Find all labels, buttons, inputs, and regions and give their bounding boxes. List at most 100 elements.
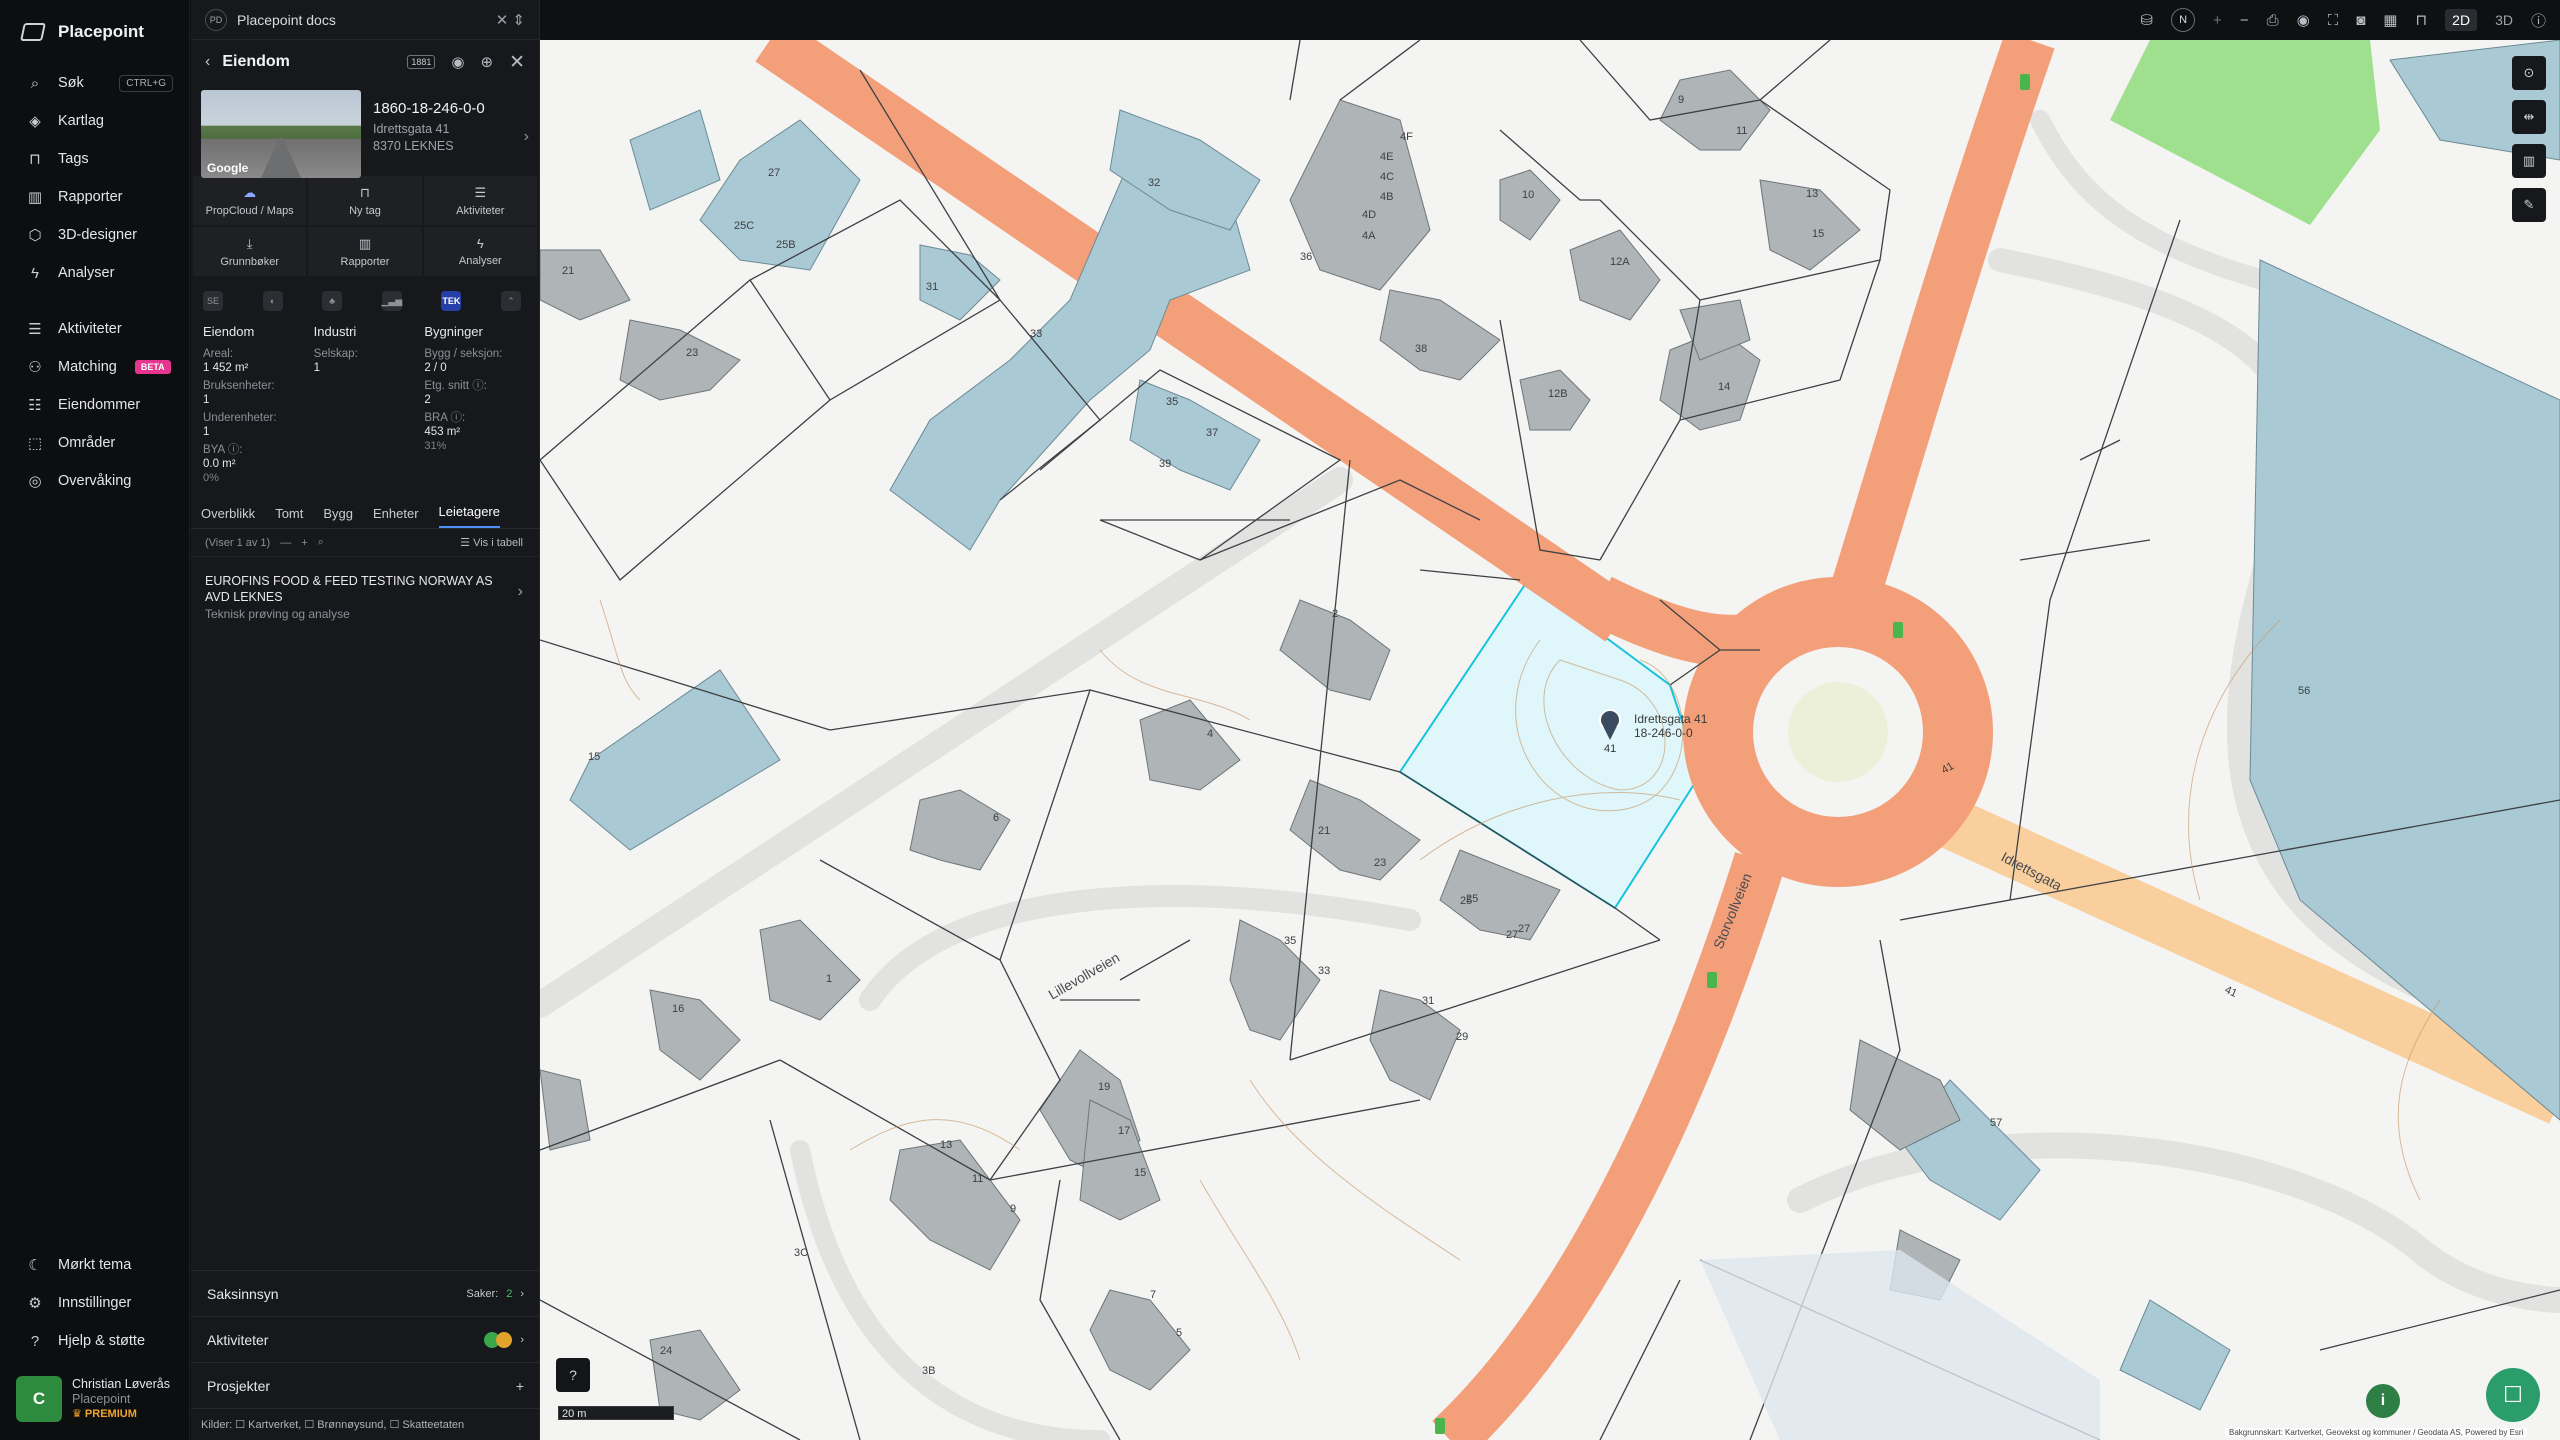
nav-item-rapporter[interactable]: ▥ Rapporter: [0, 178, 189, 216]
nav-item-settings[interactable]: ⚙ Innstillinger: [0, 1284, 190, 1322]
print-icon[interactable]: ⎙: [2267, 12, 2279, 29]
zoom-out-icon[interactable]: −: [2240, 12, 2249, 29]
fullscreen-icon[interactable]: ⛶: [2328, 12, 2339, 29]
activities-button[interactable]: ☰ Aktiviteter: [423, 176, 537, 225]
bars-source-icon[interactable]: ▁▃▅: [381, 291, 402, 311]
house-number: 16: [672, 1003, 684, 1015]
view-3d-toggle[interactable]: 3D: [2495, 12, 2513, 28]
tab-tomt[interactable]: Tomt: [275, 506, 303, 528]
docs-bar[interactable]: PD Placepoint docs ✕ ⇕: [191, 0, 539, 40]
search-icon[interactable]: ⌕: [318, 536, 324, 549]
plus-icon[interactable]: +: [301, 537, 307, 549]
house-number: 56: [2298, 685, 2310, 697]
stats-heading: Bygninger: [424, 324, 483, 339]
layers-toggle-icon[interactable]: ⛁: [2140, 11, 2153, 29]
nav-item-3d-designer[interactable]: ⬡ 3D-designer: [0, 216, 189, 254]
nav-item-matching[interactable]: ⚇ Matching BETA: [0, 348, 189, 386]
add-project-icon[interactable]: +: [516, 1378, 524, 1394]
section-prosjekter[interactable]: Prosjekter +: [191, 1362, 540, 1408]
panel-tabs: Overblikk Tomt Bygg Enheter Leietagere: [191, 499, 539, 529]
brand[interactable]: Placepoint: [0, 0, 189, 64]
house-number: 12B: [1548, 388, 1568, 400]
action-label: Analyser: [458, 255, 502, 267]
nav-item-omrader[interactable]: ⬚ Områder: [0, 424, 189, 462]
new-tag-button[interactable]: ⊓ Ny tag: [308, 176, 422, 225]
tab-leietagere[interactable]: Leietagere: [438, 504, 500, 528]
house-number: 35: [1284, 935, 1296, 947]
zoom-in-icon[interactable]: +: [2213, 12, 2222, 29]
se-source-icon[interactable]: SE: [203, 291, 223, 311]
eye-icon[interactable]: ◉: [451, 53, 464, 71]
chevron-right-icon: ›: [520, 1333, 524, 1346]
camera-icon[interactable]: ◙: [2356, 12, 2365, 29]
eye-icon[interactable]: ◉: [2297, 11, 2310, 29]
house-number: 29: [1456, 1031, 1468, 1043]
action-label: PropCloud / Maps: [205, 204, 294, 217]
nav-item-help[interactable]: ? Hjelp & støtte: [0, 1322, 190, 1360]
analyses-button[interactable]: ϟ Analyser: [423, 227, 537, 276]
nav-label: Matching: [58, 359, 117, 375]
close-docs-icon[interactable]: ✕ ⇕: [496, 11, 525, 29]
chart-tool-icon[interactable]: ▥: [2512, 144, 2546, 178]
house-number: 11: [1736, 125, 1747, 137]
list-item[interactable]: EUROFINS FOOD & FEED TESTING NORWAY AS A…: [191, 557, 539, 621]
select-tool-icon[interactable]: ⊙: [2512, 56, 2546, 90]
nav-label: Søk: [58, 75, 84, 91]
nav-item-search[interactable]: ⌕ Søk CTRL+G: [0, 64, 189, 102]
nav-item-eiendommer[interactable]: ☷ Eiendommer: [0, 386, 189, 424]
house-number: 36: [1300, 251, 1312, 263]
north-compass[interactable]: N: [2171, 8, 2196, 32]
nav-label: Eiendommer: [58, 397, 141, 413]
bookmark-icon[interactable]: ⊓: [2415, 11, 2427, 29]
action-label: Aktiviteter: [456, 204, 505, 217]
draw-tool-icon[interactable]: ✎: [2512, 188, 2546, 222]
collapse-icon[interactable]: ⌃: [500, 291, 521, 311]
nav-group-data: ☰ Aktiviteter ⚇ Matching BETA ☷ Eiendommer ⬚…: [0, 310, 189, 500]
tab-bygg[interactable]: Bygg: [323, 506, 353, 528]
nav-label: Aktiviteter: [58, 321, 122, 337]
nav-item-kartlag[interactable]: ◈ Kartlag: [0, 102, 189, 140]
propcloud-button[interactable]: ☁ PropCloud / Maps: [193, 176, 307, 225]
house-number: 25: [1460, 895, 1472, 907]
house-number: 13: [1806, 188, 1818, 200]
map-canvas[interactable]: 2 4 6 1 16 21 23 25 27 25C 25B 27 31 33 …: [540, 0, 2560, 1440]
map-help-button[interactable]: ?: [556, 1358, 590, 1392]
tab-overblikk[interactable]: Overblikk: [201, 506, 255, 528]
chat-support-button[interactable]: ☐: [2486, 1368, 2540, 1422]
stat-key: Selskap:: [313, 348, 358, 360]
stat-key: Bruksenheter:: [203, 380, 275, 392]
street-view-thumbnail[interactable]: Google: [201, 90, 361, 178]
1881-button[interactable]: 1881: [407, 55, 436, 69]
house-number: 4D: [1362, 209, 1376, 221]
info-button[interactable]: i: [2366, 1384, 2400, 1418]
user-card[interactable]: C Christian Løverås Placepoint ♛ PREMIUM: [16, 1374, 180, 1424]
stack-icon: ☷: [28, 397, 42, 414]
nav-group-main: ⌕ Søk CTRL+G ◈ Kartlag ⊓ Tags ▥ Rapporter ⬡ 3D…: [0, 64, 189, 292]
section-saksinnsyn[interactable]: Saksinnsyn Saker: 2 ›: [191, 1270, 540, 1316]
reports-button[interactable]: ▥ Rapporter: [308, 227, 422, 276]
tab-enheter[interactable]: Enheter: [373, 506, 419, 528]
show-in-table-button[interactable]: ☰ Vis i tabell: [460, 536, 523, 549]
grid-icon[interactable]: ▦: [2383, 11, 2397, 29]
user-name: Christian Løverås: [72, 1376, 170, 1391]
close-icon[interactable]: ✕: [509, 51, 525, 74]
minus-icon[interactable]: —: [280, 537, 291, 549]
back-icon[interactable]: ‹: [205, 53, 210, 71]
marker-id: 18-246-0-0: [1634, 726, 1693, 740]
house-number: 33: [1030, 328, 1042, 340]
section-aktiviteter[interactable]: Aktiviteter ›: [191, 1316, 540, 1362]
grunnboker-button[interactable]: ⤓ Grunnbøker: [193, 227, 307, 276]
tek-source-icon[interactable]: TEK: [441, 291, 462, 311]
section-label: Prosjekter: [207, 1377, 271, 1394]
measure-tool-icon[interactable]: ⇹: [2512, 100, 2546, 134]
locate-icon[interactable]: ⊕: [481, 53, 494, 71]
tree-source-icon[interactable]: ♣: [322, 291, 343, 311]
nav-item-tags[interactable]: ⊓ Tags: [0, 140, 189, 178]
nav-item-overvaking[interactable]: ◎ Overvåking: [0, 462, 189, 500]
globe-source-icon[interactable]: ◐: [262, 291, 283, 311]
info-icon[interactable]: ⓘ: [2531, 10, 2546, 31]
nav-item-aktiviteter[interactable]: ☰ Aktiviteter: [0, 310, 189, 348]
nav-item-analyser[interactable]: ϟ Analyser: [0, 254, 189, 292]
view-2d-toggle[interactable]: 2D: [2445, 9, 2478, 31]
nav-item-dark-theme[interactable]: ☾ Mørkt tema: [0, 1246, 190, 1284]
